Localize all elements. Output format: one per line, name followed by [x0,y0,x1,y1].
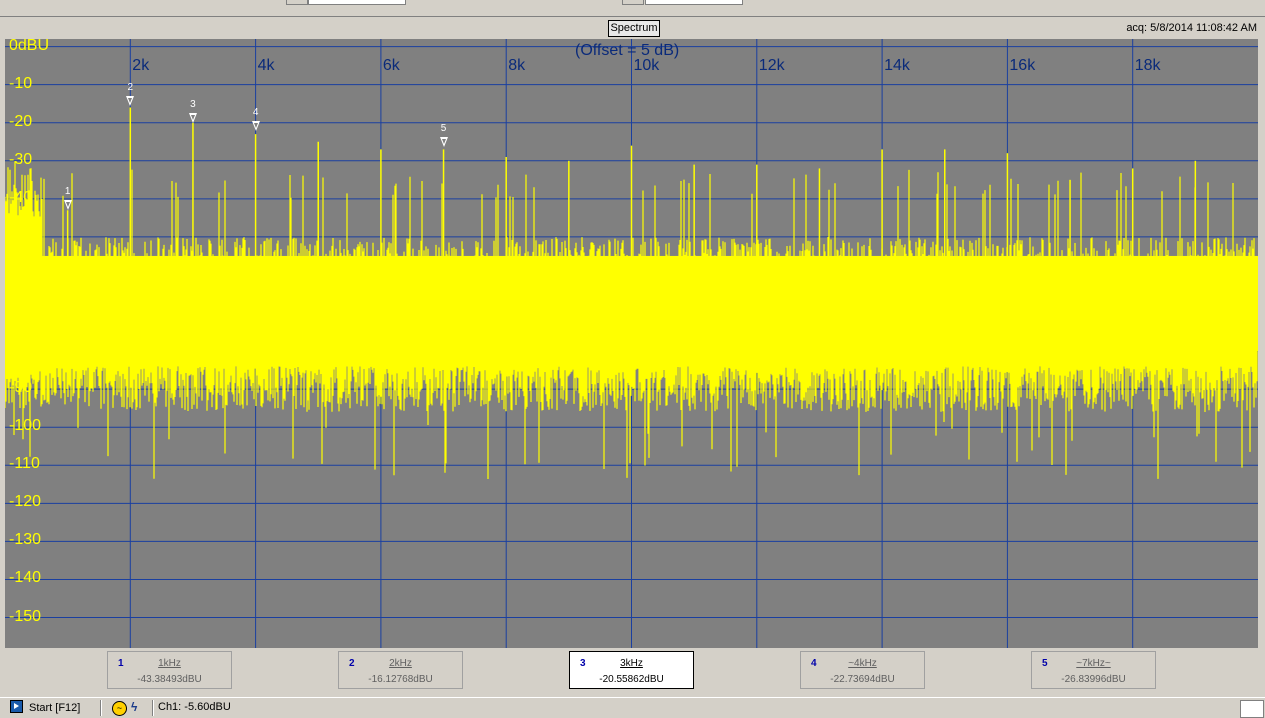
x-tick-label: 16k [1009,57,1036,74]
channel-level-text: Ch1: -5.60dBU [158,701,231,713]
marker-readout-5[interactable]: ~7kHz~ 5 -26.83996dBU [1031,651,1156,689]
marker-readout-3[interactable]: 3kHz 3 -20.55862dBU [569,651,694,689]
y-tick-label: -120 [9,493,42,511]
start-button[interactable]: Start [F12] [10,700,80,716]
readout-number: 3 [580,658,586,669]
marker-triangle-icon[interactable] [126,95,135,106]
readout-number: 4 [811,658,817,669]
top-field-left[interactable] [308,0,406,5]
top-toolbar-strip [0,0,1265,17]
play-icon [10,700,23,713]
marker-label: 3 [190,98,196,110]
y-tick-label: -90 [9,379,33,397]
y-tick-label: -30 [9,150,33,168]
marker-readout-1[interactable]: 1kHz 1 -43.38493dBU [107,651,232,689]
acquisition-timestamp: acq: 5/8/2014 11:08:42 AM [1126,22,1257,34]
readout-frequency[interactable]: 1kHz [108,658,231,669]
y-tick-label: -100 [9,417,42,435]
spectrum-plot[interactable]: 0dBU -10 -20 -30 -40 -50 -60 -70 -80 -90 -100 -110 -… [5,39,1258,648]
readout-value: -26.83996dBU [1061,674,1126,685]
status-separator [100,700,102,716]
x-tick-label: 6k [382,57,400,74]
readout-frequency[interactable]: ~4kHz [801,658,924,669]
marker-readout-2[interactable]: 2kHz 2 -16.12768dBU [338,651,463,689]
readout-value: -43.38493dBU [137,674,202,685]
y-tick-label: -50 [9,226,33,244]
x-tick-label: 8k [508,57,526,74]
y-tick-label: -60 [9,264,33,282]
spectrum-button[interactable]: Spectrum [608,20,660,37]
y-tick-label: -130 [9,531,42,549]
readout-value: -20.55862dBU [599,674,664,685]
readout-frequency[interactable]: 3kHz [570,658,693,669]
status-separator [152,700,154,716]
marker-label: 5 [440,122,447,134]
y-tick-label: -140 [9,569,42,587]
y-tick-label: -80 [9,341,33,359]
readout-frequency[interactable]: ~7kHz~ [1032,658,1155,669]
marker-triangle-icon[interactable] [251,121,260,132]
top-field-right[interactable] [645,0,743,5]
y-tick-label: -150 [9,607,42,625]
y-tick-label: -110 [9,455,40,473]
y-tick-label: -70 [9,303,33,321]
marker-readouts-panel: 1kHz 1 -43.38493dBU 2kHz 2 -16.12768dBU 3kHz 3 -… [0,648,1265,696]
readout-frequency[interactable]: 2kHz [339,658,462,669]
readout-value: -22.73694dBU [830,674,895,685]
readout-number: 2 [349,658,355,669]
offset-label: (Offset = 5 dB) [575,42,680,59]
marker-readout-4[interactable]: ~4kHz 4 -22.73694dBU [800,651,925,689]
x-tick-label: 4k [257,57,275,74]
lightning-icon[interactable]: ϟ [131,700,137,714]
status-bar: Start [F12] ~ ϟ Ch1: -5.60dBU [0,697,1265,718]
marker-triangle-icon[interactable] [188,112,197,123]
x-tick-label: 18k [1134,57,1161,74]
marker-label: 1 [64,185,71,197]
y-tick-label: -40 [9,188,33,206]
y-tick-label: -10 [9,74,33,92]
readout-number: 1 [118,658,124,669]
x-tick-label: 12k [758,57,785,74]
y-tick-label: 0dBU [9,39,50,54]
readout-value: -16.12768dBU [368,674,433,685]
y-tick-label: -20 [9,112,33,130]
marker-triangle-icon[interactable] [63,199,72,210]
top-spin-button-left[interactable] [286,0,308,5]
spectrum-chart [5,39,1258,648]
graph-titlebar: Spectrum acq: 5/8/2014 11:08:42 AM [0,17,1265,39]
readout-number: 5 [1042,658,1048,669]
start-label: Start [F12] [29,702,81,714]
x-tick-label: 2k [132,57,150,74]
top-spin-button-right[interactable] [622,0,644,5]
marker-label: 4 [252,107,259,119]
status-box [1240,700,1264,718]
marker-triangle-icon[interactable] [439,136,448,147]
generator-icon[interactable]: ~ [112,701,127,716]
marker-label: 2 [127,81,134,93]
x-tick-label: 14k [884,57,910,74]
